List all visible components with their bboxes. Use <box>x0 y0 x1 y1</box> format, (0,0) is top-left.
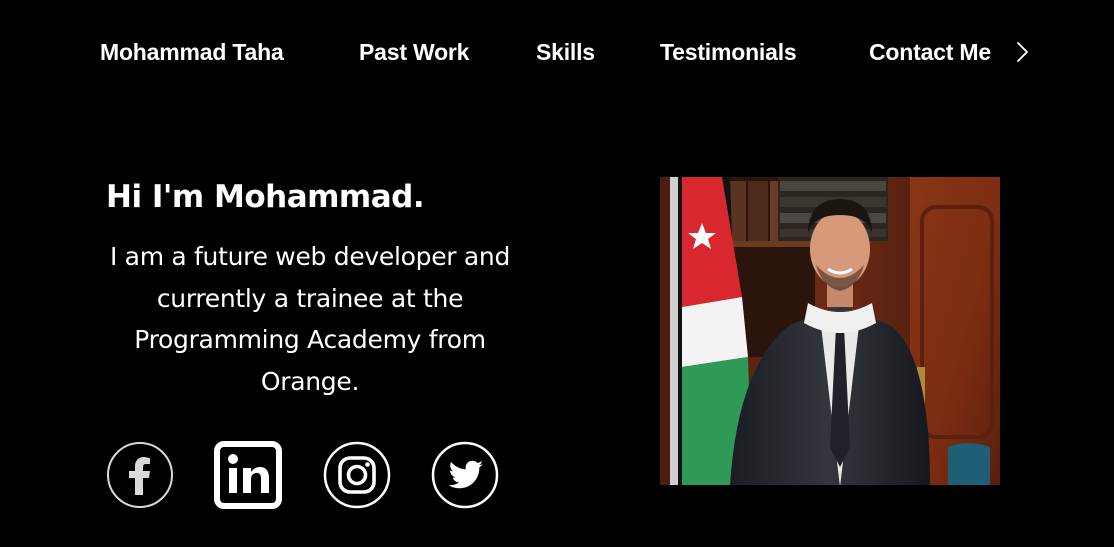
nav-skills-link[interactable]: Skills <box>536 36 595 68</box>
nav-past-work-link[interactable]: Past Work <box>359 36 469 68</box>
chevron-right-icon[interactable] <box>1013 40 1031 64</box>
instagram-link[interactable] <box>323 441 391 509</box>
nav-home-link[interactable]: Mohammad Taha <box>100 36 284 68</box>
linkedin-link[interactable] <box>214 441 282 509</box>
portrait-photo <box>660 177 1000 485</box>
twitter-icon <box>431 441 499 509</box>
twitter-link[interactable] <box>431 441 499 509</box>
nav-contact-me-link[interactable]: Contact Me <box>869 36 991 68</box>
facebook-link[interactable] <box>106 441 174 509</box>
facebook-icon <box>107 442 173 508</box>
hero-title: Hi I'm Mohammad. <box>106 179 425 215</box>
instagram-icon <box>323 441 391 509</box>
hero-description: I am a future web developer and currentl… <box>109 242 511 396</box>
nav-testimonials-link[interactable]: Testimonials <box>660 36 797 68</box>
linkedin-icon <box>214 441 282 509</box>
